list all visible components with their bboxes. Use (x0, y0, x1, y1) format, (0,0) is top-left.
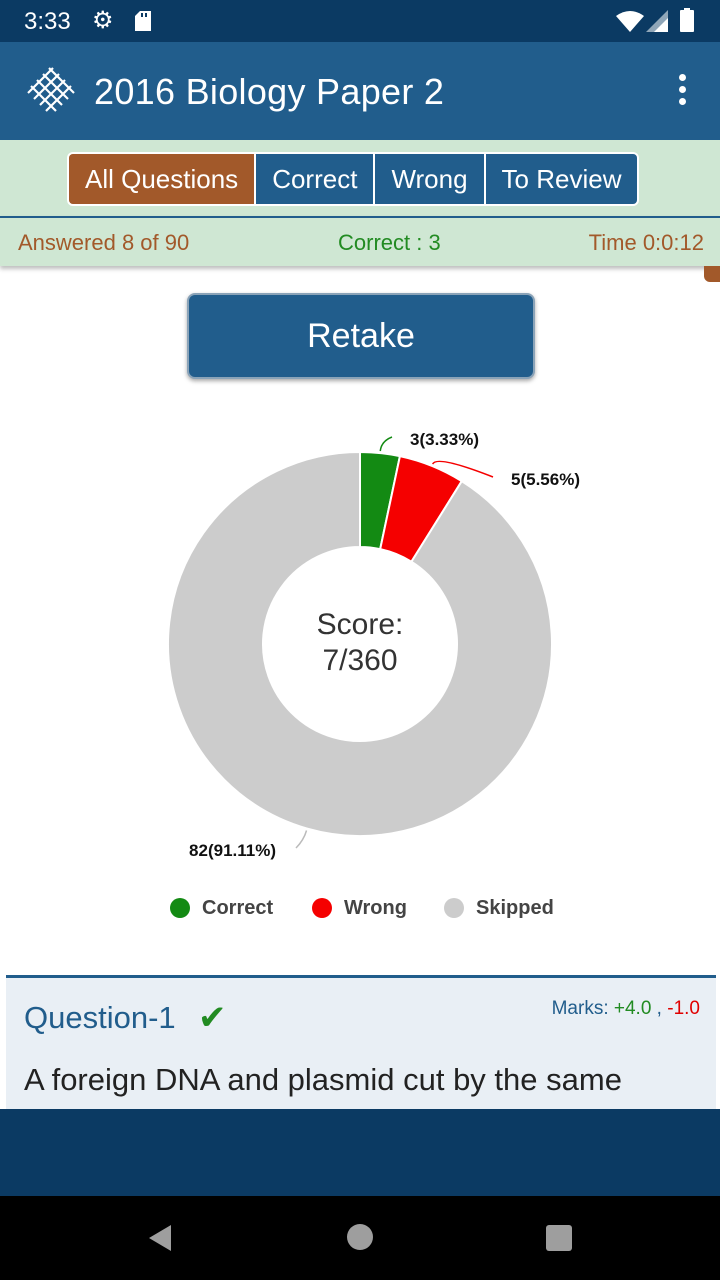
status-time: 3:33 (24, 8, 71, 35)
crosshatch-logo-icon (26, 66, 76, 116)
marks-positive: +4.0 (613, 998, 652, 1019)
signal-icon (646, 10, 668, 32)
back-icon[interactable] (147, 1224, 173, 1252)
leader-line-skipped (295, 830, 308, 849)
more-vert-icon[interactable] (672, 74, 692, 114)
score-value: 7/360 (322, 644, 398, 677)
checkmark-icon: ✔ (198, 999, 227, 1037)
scroll-indicator (704, 266, 720, 282)
legend-item-skipped[interactable]: Skipped (444, 897, 554, 920)
gear-icon: ⚙ (92, 7, 114, 34)
correct-count: Correct : 3 (338, 230, 441, 255)
data-label-wrong: 5(5.56%) (511, 470, 580, 489)
legend-item-correct[interactable]: Correct (170, 897, 273, 920)
answered-count: Answered 8 of 90 (18, 230, 190, 255)
tab-to-review[interactable]: To Review (485, 154, 638, 204)
tab-wrong[interactable]: Wrong (375, 154, 486, 204)
legend-dot-correct (170, 898, 190, 918)
legend-label: Wrong (344, 897, 407, 919)
legend-dot-wrong (312, 898, 332, 918)
question-card[interactable]: Question-1 ✔ Marks: +4.0 , -1.0 A foreig… (6, 975, 716, 1112)
retake-button[interactable]: Retake (187, 293, 535, 379)
system-nav-bar (0, 1196, 720, 1280)
marks-prefix: Marks: (551, 998, 614, 1019)
data-label-correct: 3(3.33%) (410, 430, 479, 449)
app-bar: 2016 Biology Paper 2 (0, 42, 720, 140)
tab-all-questions[interactable]: All Questions (69, 154, 257, 204)
battery-icon (680, 8, 694, 32)
status-bar: 3:33 ⚙ (0, 0, 720, 42)
tab-correct[interactable]: Correct (256, 154, 376, 204)
filter-bar: All Questions Correct Wrong To Review (0, 140, 720, 216)
marks-separator: , (651, 998, 668, 1019)
recent-apps-icon[interactable] (546, 1225, 572, 1251)
bottom-panel (0, 1109, 720, 1196)
question-title: Question-1 (24, 1000, 176, 1035)
sd-card-icon (135, 11, 151, 31)
leader-line-correct (379, 436, 393, 452)
score-title: Score: (316, 608, 404, 641)
legend-label: Skipped (476, 897, 554, 919)
app-title: 2016 Biology Paper 2 (94, 71, 445, 112)
elapsed-time: Time 0:0:12 (588, 230, 704, 255)
home-icon[interactable] (347, 1224, 373, 1250)
summary-bar: Answered 8 of 90 Correct : 3 Time 0:0:12 (0, 216, 720, 266)
marks-negative: -1.0 (667, 998, 700, 1019)
legend-label: Correct (202, 897, 274, 919)
legend-item-wrong[interactable]: Wrong (312, 897, 407, 920)
wifi-icon (616, 11, 644, 32)
score-label: Score: 7/360 (260, 607, 460, 679)
question-marks: Marks: +4.0 , -1.0 (552, 998, 700, 1020)
filter-tabs: All Questions Correct Wrong To Review (67, 152, 640, 206)
legend-dot-skipped (444, 898, 464, 918)
question-text: A foreign DNA and plasmid cut by the sam… (24, 1062, 622, 1097)
result-donut-chart: 3(3.33%) 5(5.56%) 82(91.11%) (167, 430, 580, 860)
data-label-skipped: 82(91.11%) (189, 841, 276, 860)
